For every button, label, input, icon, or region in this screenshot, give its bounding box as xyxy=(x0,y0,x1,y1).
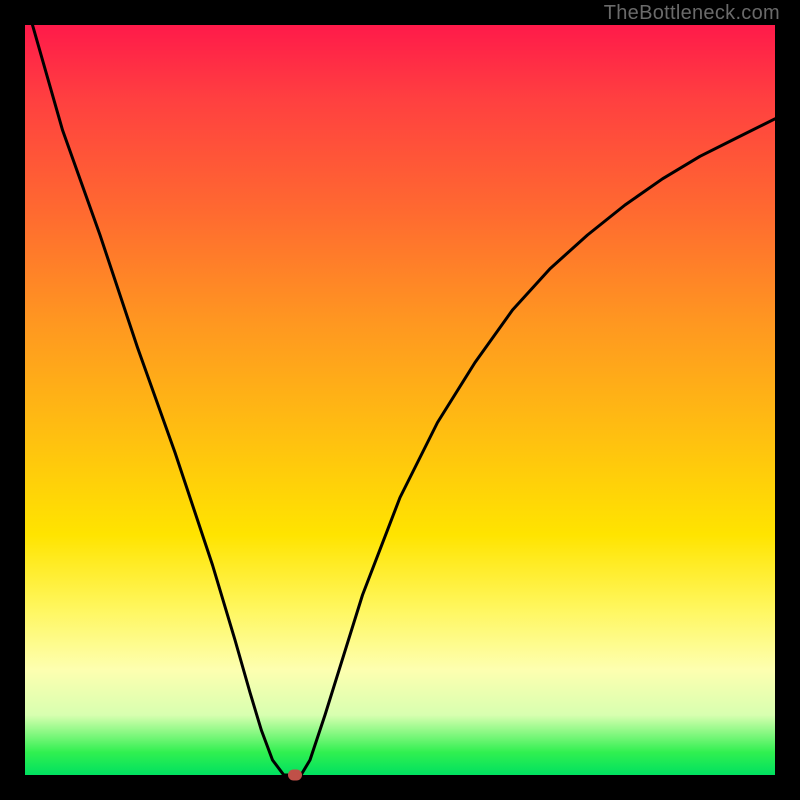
chart-marker xyxy=(288,770,302,781)
curve-path xyxy=(33,25,776,775)
chart-curve xyxy=(25,25,775,775)
chart-plot-area xyxy=(25,25,775,775)
chart-frame xyxy=(20,20,780,780)
